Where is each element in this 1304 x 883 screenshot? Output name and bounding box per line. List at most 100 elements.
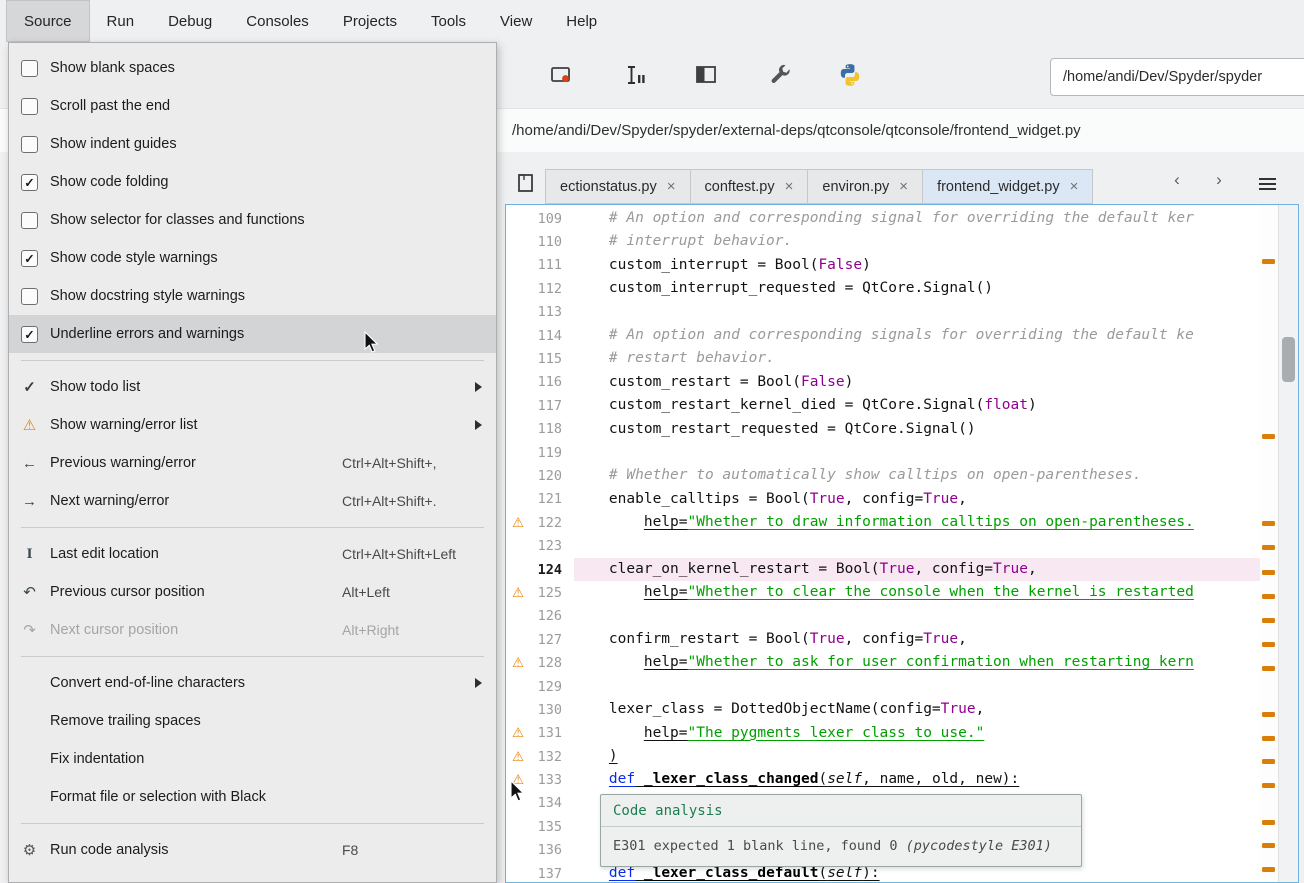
menu-item-run-code-analysis[interactable]: ⚙Run code analysisF8 [9, 831, 496, 869]
line-number[interactable]: 113 [530, 304, 574, 320]
menu-item-remove-trailing-spaces[interactable]: Remove trailing spaces [9, 702, 496, 740]
warning-marker[interactable] [1262, 594, 1275, 599]
menu-item-show-warning-error-list[interactable]: ⚠Show warning/error list [9, 406, 496, 444]
warning-marker[interactable] [1262, 570, 1275, 575]
tab-ectionstatus-py[interactable]: ectionstatus.py× [545, 169, 691, 204]
tab-close-icon[interactable]: × [899, 178, 908, 195]
gutter-warning-icon[interactable]: ⚠ [506, 585, 530, 601]
tab-close-icon[interactable]: × [785, 178, 794, 195]
ibeam-pause-icon[interactable] [615, 56, 653, 94]
line-number[interactable]: 109 [530, 211, 574, 227]
code-line-128[interactable]: ⚠128 help="Whether to ask for user confi… [506, 651, 1260, 674]
code-line-126[interactable]: 126 [506, 605, 1260, 628]
code-line-131[interactable]: ⚠131 help="The pygments lexer class to u… [506, 722, 1260, 745]
line-number[interactable]: 137 [530, 866, 574, 882]
warning-marker[interactable] [1262, 736, 1275, 741]
line-number[interactable]: 120 [530, 468, 574, 484]
run-cell-icon[interactable] [542, 56, 580, 94]
menu-item-underline-errors-and-warnings[interactable]: ✓Underline errors and warnings [9, 315, 496, 353]
line-number[interactable]: 133 [530, 772, 574, 788]
scrollbar-thumb[interactable] [1282, 337, 1295, 382]
gutter-warning-icon[interactable]: ⚠ [506, 515, 530, 531]
warning-marker[interactable] [1262, 843, 1275, 848]
code-line-114[interactable]: 114 # An option and corresponding signal… [506, 324, 1260, 347]
menu-item-next-warning-error[interactable]: →Next warning/errorCtrl+Alt+Shift+. [9, 482, 496, 520]
line-number[interactable]: 121 [530, 491, 574, 507]
python-logo-icon[interactable] [831, 56, 869, 94]
gutter-warning-icon[interactable]: ⚠ [506, 725, 530, 741]
working-directory-selector[interactable]: /home/andi/Dev/Spyder/spyder [1050, 58, 1304, 96]
menubar-item-source[interactable]: Source [6, 0, 90, 42]
code-line-130[interactable]: 130 lexer_class = DottedObjectName(confi… [506, 698, 1260, 721]
code-line-109[interactable]: 109 # An option and corresponding signal… [506, 207, 1260, 230]
menu-item-show-code-style-warnings[interactable]: ✓Show code style warnings [9, 239, 496, 277]
line-number[interactable]: 136 [530, 842, 574, 858]
menu-item-show-docstring-style-warnings[interactable]: Show docstring style warnings [9, 277, 496, 315]
menu-item-show-blank-spaces[interactable]: Show blank spaces [9, 49, 496, 87]
line-number[interactable]: 130 [530, 702, 574, 718]
code-line-117[interactable]: 117 custom_restart_kernel_died = QtCore.… [506, 394, 1260, 417]
line-number[interactable]: 129 [530, 679, 574, 695]
line-number[interactable]: 122 [530, 515, 574, 531]
menu-item-show-todo-list[interactable]: ✓Show todo list [9, 368, 496, 406]
code-line-123[interactable]: 123 [506, 534, 1260, 557]
line-number[interactable]: 118 [530, 421, 574, 437]
line-number[interactable]: 111 [530, 257, 574, 273]
menu-item-previous-cursor-position[interactable]: ↶Previous cursor positionAlt+Left [9, 573, 496, 611]
menu-item-fix-indentation[interactable]: Fix indentation [9, 740, 496, 778]
menubar-item-help[interactable]: Help [549, 0, 614, 42]
line-number[interactable]: 131 [530, 725, 574, 741]
menubar-item-view[interactable]: View [483, 0, 549, 42]
warning-marker[interactable] [1262, 867, 1275, 872]
tab-options-menu-icon[interactable] [1259, 178, 1276, 180]
menubar-item-tools[interactable]: Tools [414, 0, 483, 42]
code-line-125[interactable]: ⚠125 help="Whether to clear the console … [506, 581, 1260, 604]
code-line-113[interactable]: 113 [506, 301, 1260, 324]
warning-marker[interactable] [1262, 820, 1275, 825]
code-line-121[interactable]: 121 enable_calltips = Bool(True, config=… [506, 488, 1260, 511]
tab-environ-py[interactable]: environ.py× [808, 169, 923, 204]
gutter-warning-icon[interactable]: ⚠ [506, 749, 530, 765]
code-line-116[interactable]: 116 custom_restart = Bool(False) [506, 371, 1260, 394]
file-switcher-icon[interactable] [509, 166, 543, 200]
tab-scroll-right-icon[interactable]: › [1207, 170, 1231, 190]
line-number[interactable]: 125 [530, 585, 574, 601]
tab-frontend-widget-py[interactable]: frontend_widget.py× [923, 169, 1093, 204]
tab-conftest-py[interactable]: conftest.py× [691, 169, 809, 204]
maximize-pane-icon[interactable] [687, 56, 725, 94]
warning-marker[interactable] [1262, 712, 1275, 717]
warning-marker[interactable] [1262, 521, 1275, 526]
warning-marker[interactable] [1262, 259, 1275, 264]
menubar-item-projects[interactable]: Projects [326, 0, 414, 42]
code-line-118[interactable]: 118 custom_restart_requested = QtCore.Si… [506, 418, 1260, 441]
menu-item-format-file-or-selection-with-black[interactable]: Format file or selection with Black [9, 778, 496, 816]
menu-item-show-code-folding[interactable]: ✓Show code folding [9, 163, 496, 201]
warning-marker[interactable] [1262, 759, 1275, 764]
line-number[interactable]: 135 [530, 819, 574, 835]
menubar-item-debug[interactable]: Debug [151, 0, 229, 42]
code-line-132[interactable]: ⚠132 ) [506, 745, 1260, 768]
code-line-124[interactable]: 124 clear_on_kernel_restart = Bool(True,… [506, 558, 1260, 581]
menu-item-previous-warning-error[interactable]: ←Previous warning/errorCtrl+Alt+Shift+, [9, 444, 496, 482]
code-line-110[interactable]: 110 # interrupt behavior. [506, 230, 1260, 253]
warning-marker[interactable] [1262, 666, 1275, 671]
menubar-item-consoles[interactable]: Consoles [229, 0, 326, 42]
code-line-133[interactable]: ⚠133 def _lexer_class_changed(self, name… [506, 768, 1260, 791]
tab-scroll-left-icon[interactable]: ‹ [1165, 170, 1189, 190]
line-number[interactable]: 114 [530, 328, 574, 344]
menu-item-scroll-past-the-end[interactable]: Scroll past the end [9, 87, 496, 125]
code-line-129[interactable]: 129 [506, 675, 1260, 698]
line-number[interactable]: 112 [530, 281, 574, 297]
warning-marker[interactable] [1262, 545, 1275, 550]
code-line-127[interactable]: 127 confirm_restart = Bool(True, config=… [506, 628, 1260, 651]
code-line-115[interactable]: 115 # restart behavior. [506, 347, 1260, 370]
code-line-120[interactable]: 120 # Whether to automatically show call… [506, 464, 1260, 487]
line-number[interactable]: 128 [530, 655, 574, 671]
line-number[interactable]: 126 [530, 608, 574, 624]
line-number[interactable]: 124 [530, 562, 574, 578]
code-line-112[interactable]: 112 custom_interrupt_requested = QtCore.… [506, 277, 1260, 300]
menu-item-convert-end-of-line-characters[interactable]: Convert end-of-line characters [9, 664, 496, 702]
gutter-warning-icon[interactable]: ⚠ [506, 655, 530, 671]
menu-item-show-selector-for-classes-and-functions[interactable]: Show selector for classes and functions [9, 201, 496, 239]
tab-close-icon[interactable]: × [667, 178, 676, 195]
